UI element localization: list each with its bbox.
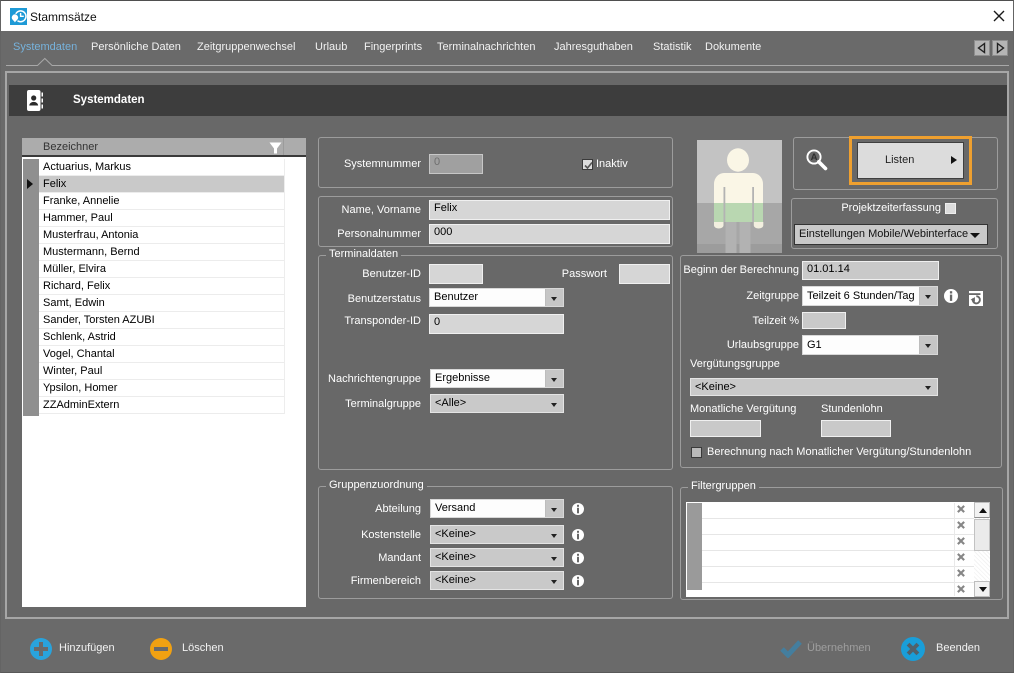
svg-text:A: A xyxy=(811,152,818,163)
